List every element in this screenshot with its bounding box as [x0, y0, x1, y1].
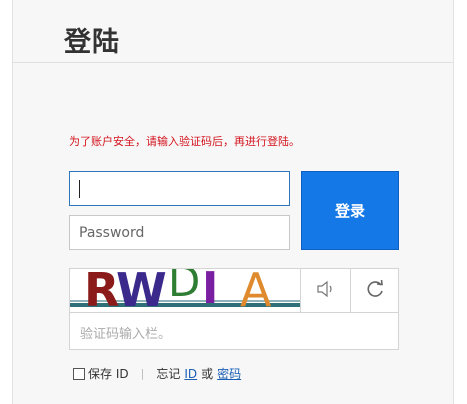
password-placeholder: Password [79, 225, 145, 241]
captcha-input[interactable]: 验证码输入栏。 [70, 312, 398, 349]
forgot-label: 忘记 [156, 367, 181, 381]
captcha-image: R W D I A [70, 269, 300, 312]
speaker-icon [315, 279, 337, 303]
login-page: 登陆 为了账户安全，请输入验证码后，再进行登陆。 Password 登录 R W… [12, 0, 454, 404]
login-button[interactable]: 登录 [301, 171, 399, 250]
login-footer: 保存 ID | 忘记 ID 或 密码 [73, 365, 245, 382]
password-input[interactable]: Password [69, 215, 290, 250]
page-title: 登陆 [64, 27, 120, 58]
captcha-char: I [202, 269, 219, 312]
security-warning: 为了账户安全，请输入验证码后，再进行登陆。 [69, 135, 300, 148]
page-header: 登陆 [13, 0, 453, 63]
find-password-link[interactable]: 密码 [217, 365, 241, 382]
save-id-checkbox[interactable] [73, 367, 85, 380]
save-id-label[interactable]: 保存 ID [88, 365, 129, 382]
text-caret [79, 180, 80, 198]
audio-captcha-button[interactable] [300, 269, 350, 312]
captcha-char: A [240, 269, 272, 312]
captcha-placeholder: 验证码输入栏。 [80, 327, 172, 342]
refresh-captcha-button[interactable] [350, 269, 399, 312]
divider: | [140, 367, 145, 380]
captcha-char: D [168, 269, 201, 306]
id-input[interactable] [69, 171, 290, 206]
captcha-char: R [84, 269, 120, 312]
refresh-icon [364, 278, 386, 304]
find-id-link[interactable]: ID [184, 367, 197, 381]
captcha-char: W [116, 269, 167, 312]
captcha-box: R W D I A 验证码输入栏。 [69, 268, 399, 350]
or-label: 或 [201, 367, 214, 381]
